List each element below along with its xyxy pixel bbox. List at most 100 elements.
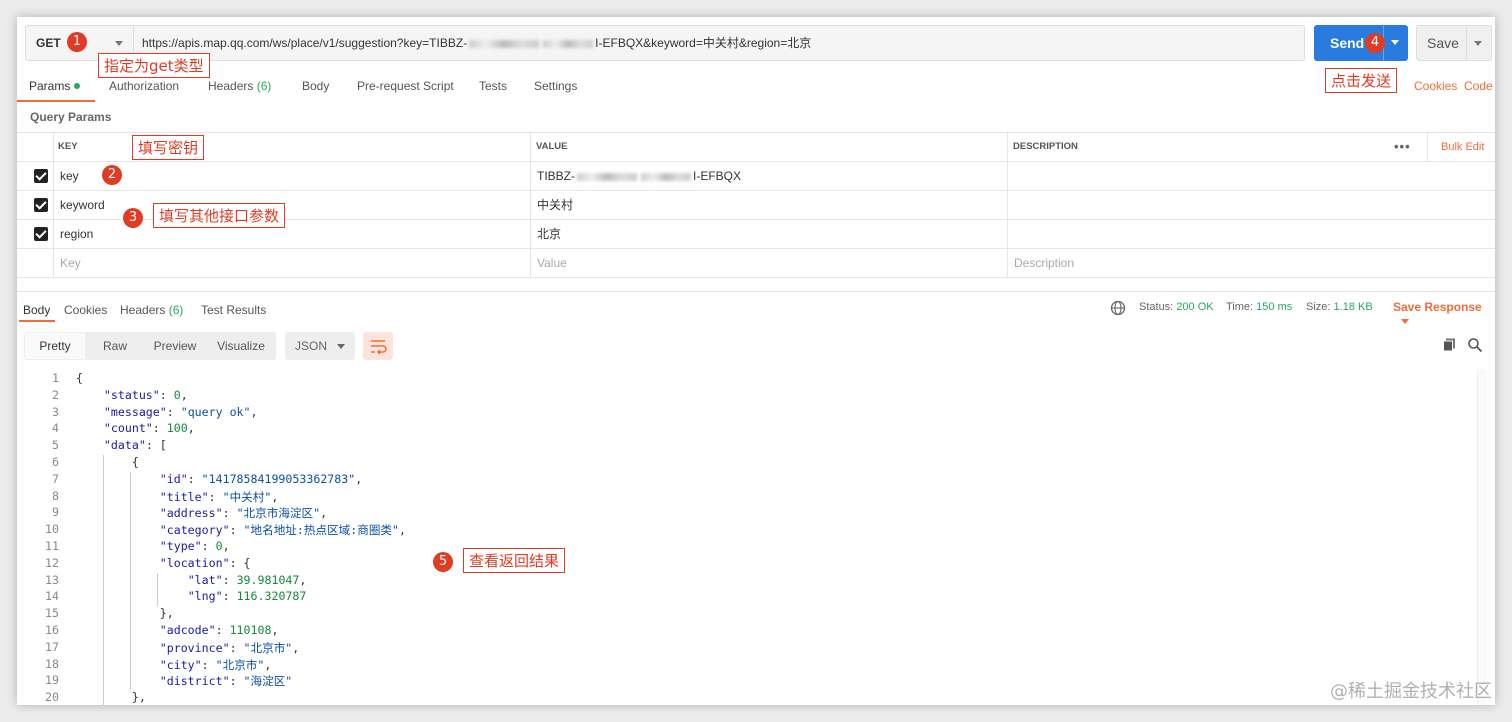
view-preview[interactable]: Preview: [144, 332, 206, 360]
annotation-label-1: 指定为get类型: [98, 53, 210, 78]
line-number: 3: [52, 404, 59, 419]
size-value: 1.18 KB: [1333, 301, 1373, 313]
param-value[interactable]: 北京: [530, 220, 561, 249]
section-divider: [17, 291, 1495, 292]
line-number: 2: [52, 387, 59, 402]
send-button[interactable]: Send: [1314, 25, 1408, 61]
active-tab-indicator: [17, 100, 95, 102]
save-response-button[interactable]: Save Response: [1393, 300, 1495, 328]
code-line: "category": "地名地址:热点区域:商圈类",: [159, 523, 406, 538]
tab-response-cookies[interactable]: Cookies: [64, 303, 107, 317]
param-description[interactable]: [1007, 220, 1477, 249]
value-input[interactable]: Value: [530, 249, 567, 278]
url-input[interactable]: https://apis.map.qq.com/ws/place/v1/sugg…: [133, 25, 1305, 61]
annotation-label-5: 查看返回结果: [463, 548, 566, 573]
code-line: },: [76, 606, 174, 621]
chevron-down-icon: [1401, 319, 1409, 324]
line-number: 17: [45, 639, 59, 654]
copy-icon[interactable]: [1442, 337, 1458, 353]
time-value: 150 ms: [1256, 301, 1293, 313]
code-line: "message": "query ok",: [103, 404, 258, 419]
response-size: Size: 1.18 KB: [1306, 301, 1373, 313]
tab-pre-request-script[interactable]: Pre-request Script: [357, 79, 454, 93]
param-key[interactable]: key: [53, 162, 79, 191]
table-header: KEY VALUE DESCRIPTION ••• Bulk Edit: [17, 133, 1495, 162]
column-key: KEY: [58, 141, 78, 152]
redacted-key: [543, 39, 594, 48]
line-number: 20: [45, 690, 59, 705]
tab-response-body[interactable]: Body: [23, 303, 50, 317]
request-tabs: Params Authorization Headers (6) Body Pr…: [17, 73, 1495, 102]
tab-label: Settings: [534, 79, 578, 93]
vertical-scrollbar[interactable]: [1477, 369, 1487, 705]
globe-icon[interactable]: [1110, 300, 1126, 316]
code-line: "province": "北京市",: [159, 640, 300, 655]
code-line: "id": "14178584199053362783",: [159, 471, 363, 486]
param-value[interactable]: 中关村: [530, 191, 573, 220]
row-checkbox[interactable]: [34, 169, 48, 183]
line-number: 9: [52, 505, 59, 520]
postman-window: GET https://apis.map.qq.com/ws/place/v1/…: [17, 17, 1495, 705]
param-value[interactable]: TIBBZ- I-EFBQX: [530, 162, 741, 191]
save-button[interactable]: Save: [1416, 25, 1492, 61]
indent-guide: [130, 471, 131, 691]
search-icon[interactable]: [1467, 337, 1483, 353]
url-prefix: https://apis.map.qq.com/ws/place/v1/sugg…: [142, 36, 468, 50]
code-line: "district": "海淀区": [159, 674, 293, 689]
more-icon[interactable]: •••: [1387, 133, 1411, 162]
line-number: 8: [52, 488, 59, 503]
response-body-code[interactable]: 1 {2 "status": 0, 3 "message": "query ok",…: [17, 369, 1477, 705]
tab-headers[interactable]: Headers (6): [208, 79, 271, 93]
param-key[interactable]: keyword: [53, 191, 105, 220]
wrap-lines-button[interactable]: [363, 332, 393, 360]
view-raw[interactable]: Raw: [86, 332, 144, 360]
indent-guide: [157, 572, 158, 607]
format-label: JSON: [295, 339, 328, 353]
code-line: },: [76, 690, 146, 705]
line-number: 14: [45, 589, 59, 604]
code-link[interactable]: Code: [1464, 79, 1493, 93]
line-number: 18: [45, 656, 59, 671]
tab-tests[interactable]: Tests: [479, 79, 507, 93]
code-line: "type": 0,: [159, 539, 230, 553]
code-line: "title": "中关村",: [159, 489, 279, 504]
tab-body[interactable]: Body: [302, 79, 329, 93]
send-label: Send: [1330, 35, 1365, 51]
code-line: "data": [: [103, 438, 167, 453]
tab-settings[interactable]: Settings: [534, 79, 577, 93]
row-checkbox[interactable]: [34, 198, 48, 212]
view-pretty[interactable]: Pretty: [24, 332, 86, 360]
tab-params[interactable]: Params: [29, 79, 81, 93]
tab-label: Pre-request Script: [357, 79, 454, 93]
save-response-label: Save Response: [1393, 300, 1482, 314]
format-select[interactable]: JSON: [285, 332, 355, 360]
code-line: "lng": 116.320787: [187, 589, 307, 604]
cookies-link[interactable]: Cookies: [1414, 79, 1457, 93]
wrap-icon: [371, 340, 387, 355]
row-checkbox[interactable]: [34, 227, 48, 241]
tab-label: Authorization: [109, 79, 180, 93]
param-key[interactable]: region: [53, 220, 93, 249]
chevron-down-icon[interactable]: [1474, 41, 1482, 46]
tab-label: Tests: [479, 79, 508, 93]
chevron-down-icon[interactable]: [1391, 40, 1399, 45]
code-line: "status": 0,: [103, 387, 188, 402]
tab-response-headers[interactable]: Headers (6): [120, 303, 183, 317]
tab-test-results[interactable]: Test Results: [201, 303, 266, 317]
tab-authorization[interactable]: Authorization: [109, 79, 179, 93]
code-line: {: [76, 455, 139, 469]
param-description[interactable]: [1007, 191, 1477, 220]
key-input[interactable]: Key: [53, 249, 81, 278]
view-visualize[interactable]: Visualize: [206, 332, 276, 360]
method-label: GET: [36, 36, 61, 50]
table-row: key TIBBZ- I-EFBQX: [17, 162, 1495, 191]
bulk-edit-link[interactable]: Bulk Edit: [1434, 133, 1484, 162]
request-bar: GET https://apis.map.qq.com/ws/place/v1/…: [25, 25, 1492, 61]
param-description[interactable]: [1007, 162, 1477, 191]
description-input[interactable]: Description: [1007, 249, 1074, 278]
indent-guide: [103, 455, 104, 705]
code-line: "lat": 39.981047,: [187, 572, 307, 587]
line-number: 6: [52, 455, 59, 469]
redacted-key: [577, 172, 637, 181]
line-number: 4: [52, 421, 59, 436]
